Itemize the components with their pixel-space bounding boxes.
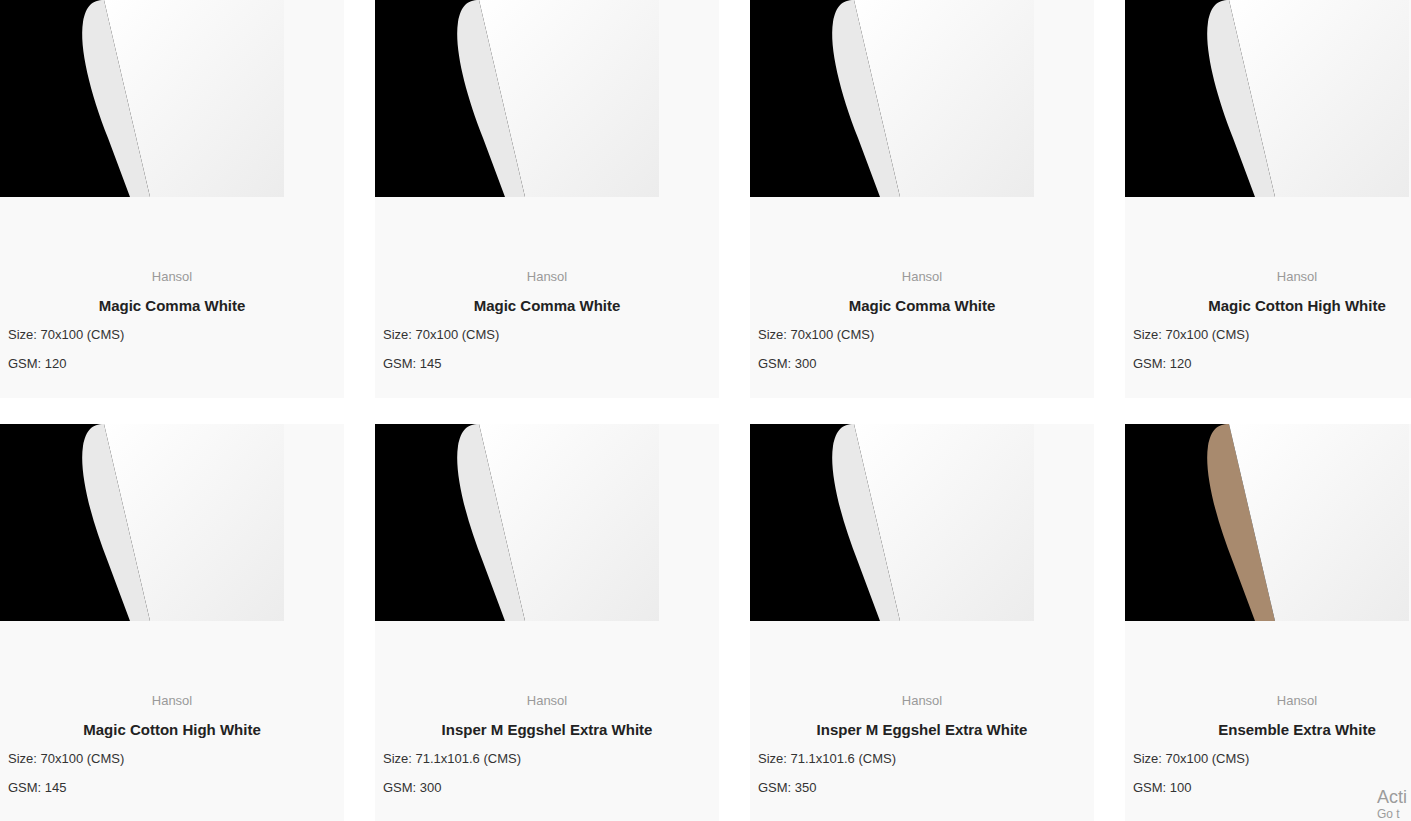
watermark-title: Acti bbox=[1377, 787, 1411, 807]
product-card[interactable]: Hansol Insper M Eggshel Extra White Size: … bbox=[375, 424, 719, 821]
product-name[interactable]: Ensemble Extra White bbox=[1133, 721, 1411, 739]
product-image bbox=[0, 424, 284, 621]
product-name[interactable]: Magic Comma White bbox=[758, 297, 1086, 315]
product-brand: Hansol bbox=[383, 269, 711, 285]
product-image bbox=[750, 0, 1034, 197]
product-grid: Hansol Magic Comma White Size: 70x100 (CMS… bbox=[0, 0, 1411, 821]
product-card[interactable]: Hansol Magic Cotton High White Size: 70x10… bbox=[0, 424, 344, 821]
product-card[interactable]: Hansol Insper M Eggshel Extra White Size: … bbox=[750, 424, 1094, 821]
product-info: Hansol Magic Comma White Size: 70x100 (CMS… bbox=[750, 197, 1094, 398]
product-image bbox=[1125, 0, 1409, 197]
product-page: Hansol Magic Comma White Size: 70x100 (CMS… bbox=[0, 0, 1411, 821]
product-image bbox=[0, 0, 284, 197]
product-info: Hansol Ensemble Extra White Size: 70x100 (… bbox=[1125, 621, 1411, 821]
product-name[interactable]: Insper M Eggshel Extra White bbox=[758, 721, 1086, 739]
product-info: Hansol Insper M Eggshel Extra White Size: … bbox=[750, 621, 1094, 821]
product-name[interactable]: Magic Comma White bbox=[8, 297, 336, 315]
product-brand: Hansol bbox=[1133, 269, 1411, 285]
product-size: Size: 71.1x101.6 (CMS) bbox=[383, 751, 711, 767]
product-info: Hansol Magic Cotton High White Size: 70x10… bbox=[0, 621, 344, 821]
product-image bbox=[750, 424, 1034, 621]
product-gsm: GSM: 120 bbox=[8, 356, 336, 372]
product-image bbox=[1125, 424, 1409, 621]
product-gsm: GSM: 300 bbox=[383, 780, 711, 796]
product-size: Size: 70x100 (CMS) bbox=[8, 751, 336, 767]
product-info: Hansol Magic Cotton High White Size: 70x10… bbox=[1125, 197, 1411, 398]
product-card[interactable]: Hansol Magic Cotton High White Size: 70x10… bbox=[1125, 0, 1411, 398]
product-size: Size: 71.1x101.6 (CMS) bbox=[758, 751, 1086, 767]
product-brand: Hansol bbox=[8, 269, 336, 285]
product-card[interactable]: Hansol Magic Comma White Size: 70x100 (CMS… bbox=[375, 0, 719, 398]
activation-watermark: ActiGo t bbox=[1377, 787, 1411, 821]
product-info: Hansol Insper M Eggshel Extra White Size: … bbox=[375, 621, 719, 821]
product-image bbox=[375, 0, 659, 197]
product-name[interactable]: Insper M Eggshel Extra White bbox=[383, 721, 711, 739]
product-brand: Hansol bbox=[758, 269, 1086, 285]
product-brand: Hansol bbox=[758, 693, 1086, 709]
product-image bbox=[375, 424, 659, 621]
product-size: Size: 70x100 (CMS) bbox=[383, 327, 711, 343]
product-info: Hansol Magic Comma White Size: 70x100 (CMS… bbox=[375, 197, 719, 398]
product-size: Size: 70x100 (CMS) bbox=[758, 327, 1086, 343]
product-name[interactable]: Magic Comma White bbox=[383, 297, 711, 315]
product-size: Size: 70x100 (CMS) bbox=[8, 327, 336, 343]
product-name[interactable]: Magic Cotton High White bbox=[8, 721, 336, 739]
product-gsm: GSM: 300 bbox=[758, 356, 1086, 372]
product-info: Hansol Magic Comma White Size: 70x100 (CMS… bbox=[0, 197, 344, 398]
product-card[interactable]: Hansol Magic Comma White Size: 70x100 (CMS… bbox=[0, 0, 344, 398]
product-gsm: GSM: 145 bbox=[383, 356, 711, 372]
product-gsm: GSM: 145 bbox=[8, 780, 336, 796]
product-brand: Hansol bbox=[8, 693, 336, 709]
watermark-subtitle: Go t bbox=[1377, 807, 1411, 821]
product-gsm: GSM: 100 bbox=[1133, 780, 1411, 796]
product-name[interactable]: Magic Cotton High White bbox=[1133, 297, 1411, 315]
product-gsm: GSM: 350 bbox=[758, 780, 1086, 796]
product-brand: Hansol bbox=[383, 693, 711, 709]
product-gsm: GSM: 120 bbox=[1133, 356, 1411, 372]
product-size: Size: 70x100 (CMS) bbox=[1133, 751, 1411, 767]
product-brand: Hansol bbox=[1133, 693, 1411, 709]
product-card[interactable]: Hansol Magic Comma White Size: 70x100 (CMS… bbox=[750, 0, 1094, 398]
product-size: Size: 70x100 (CMS) bbox=[1133, 327, 1411, 343]
product-card[interactable]: Hansol Ensemble Extra White Size: 70x100 (… bbox=[1125, 424, 1411, 821]
